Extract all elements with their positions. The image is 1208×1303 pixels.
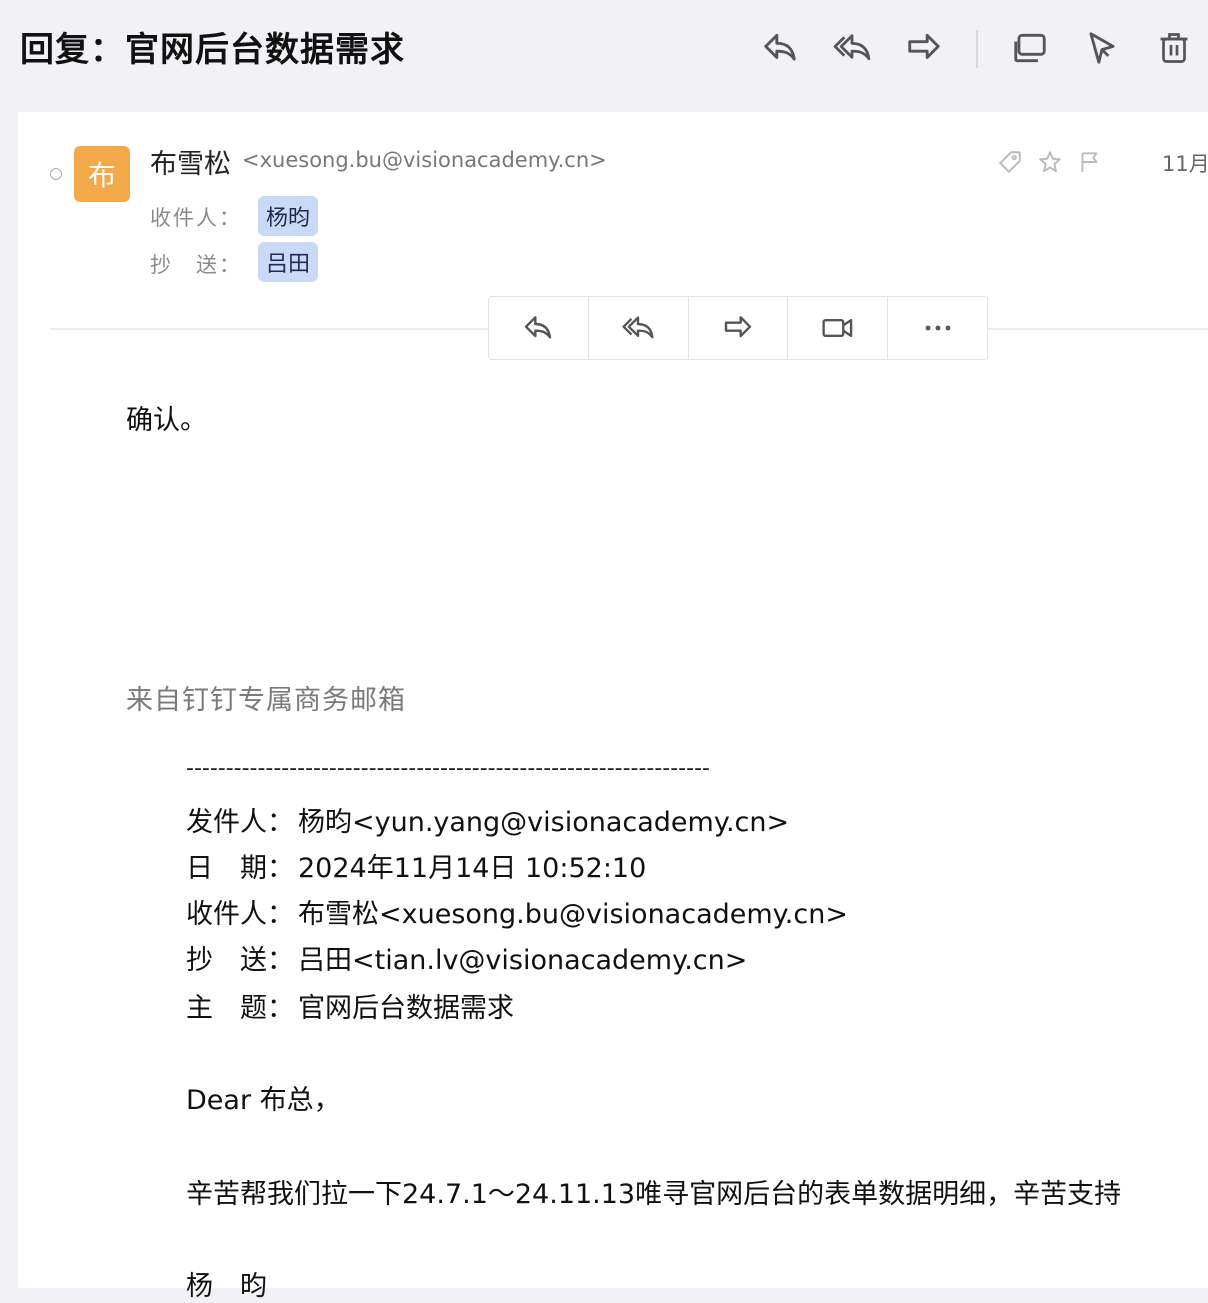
quote-from-row: 发件人： 杨昀<yun.yang@visionacademy.cn> (186, 800, 789, 839)
tag-icon[interactable] (996, 148, 1024, 176)
more-button[interactable] (888, 297, 987, 359)
star-icon[interactable] (1036, 148, 1064, 176)
quote-subject-label: 主 题： (186, 993, 294, 1024)
to-label: 收件人： (150, 206, 242, 230)
reply-all-button[interactable] (589, 297, 689, 359)
forward-button[interactable] (689, 297, 789, 359)
mail-subject: 回复：官网后台数据需求 (20, 30, 405, 70)
quote-subject-row: 主 题： 官网后台数据需求 (186, 986, 514, 1025)
unread-indicator[interactable] (50, 168, 62, 180)
quote-cc: 吕田<tian.lv@visionacademy.cn> (298, 945, 748, 976)
video-button[interactable] (788, 297, 889, 359)
forward-icon (724, 316, 752, 338)
reply-button[interactable] (489, 297, 589, 359)
quote-cc-row: 抄 送： 吕田<tian.lv@visionacademy.cn> (186, 938, 747, 977)
quote-from-label: 发件人： (186, 807, 294, 838)
quote-date-label: 日 期： (186, 853, 294, 884)
cc-chip[interactable]: 吕田 (258, 242, 319, 282)
quote-from: 杨昀<yun.yang@visionacademy.cn> (298, 807, 790, 838)
quote-sign: 杨 昀 (186, 1271, 267, 1302)
recipient-chip[interactable]: 杨昀 (258, 196, 319, 236)
more-icon (925, 325, 950, 331)
avatar[interactable]: 布 (74, 146, 130, 202)
reply-all-icon[interactable] (830, 26, 874, 70)
quote-divider: ----------------------------------------… (186, 756, 710, 781)
mail-toolbar: 回复：官网后台数据需求 (0, 0, 1208, 112)
quote-to-row: 收件人： 布雪松<xuesong.bu@visionacademy.cn> (186, 892, 848, 931)
quote-date: 2024年11月14日 10:52:10 (298, 853, 647, 884)
forward-icon[interactable] (902, 26, 946, 70)
mail-date: 11月 (1162, 152, 1208, 176)
action-bar (488, 296, 988, 360)
quote-content: 辛苦帮我们拉一下24.7.1～24.11.13唯寻官网后台的表单数据明细，辛苦支… (186, 1179, 1122, 1210)
new-window-icon[interactable] (1008, 26, 1052, 70)
flag-icon[interactable] (1076, 148, 1104, 176)
mail-card: 布 布雪松 <xuesong.bu@visionacademy.cn> 收件人：… (18, 112, 1208, 1302)
quote-cc-label: 抄 送： (186, 945, 294, 976)
quote-to: 布雪松<xuesong.bu@visionacademy.cn> (298, 899, 848, 930)
quote-greeting: Dear 布总， (186, 1085, 341, 1116)
mail-signature: 来自钉钉专属商务邮箱 (126, 685, 406, 716)
quote-to-label: 收件人： (186, 899, 294, 930)
toolbar-divider (976, 30, 978, 68)
pin-icon[interactable] (1080, 26, 1124, 70)
reply-icon (525, 316, 552, 339)
trash-icon[interactable] (1152, 26, 1196, 70)
quote-date-row: 日 期： 2024年11月14日 10:52:10 (186, 846, 646, 885)
video-icon (822, 318, 853, 338)
reply-icon[interactable] (758, 26, 802, 70)
quote-subject: 官网后台数据需求 (298, 993, 514, 1024)
mail-body-text: 确认。 (126, 405, 207, 436)
sender-name[interactable]: 布雪松 (150, 142, 231, 181)
reply-all-icon (622, 316, 654, 339)
sender-email[interactable]: <xuesong.bu@visionacademy.cn> (242, 148, 607, 172)
cc-label: 抄 送： (150, 253, 242, 277)
